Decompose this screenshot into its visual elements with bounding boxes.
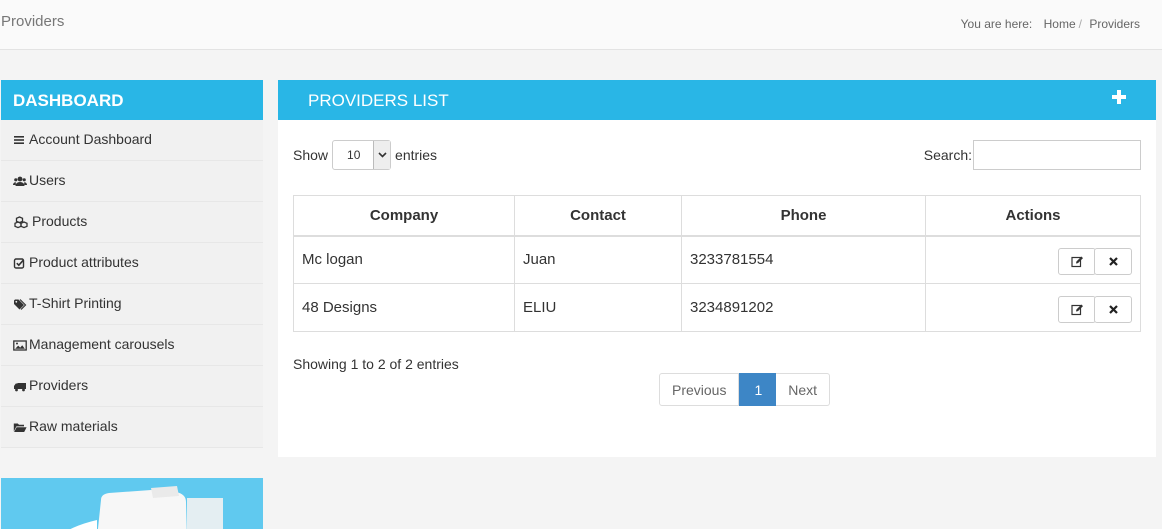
delete-button[interactable] [1094,248,1132,276]
breadcrumb-current: Providers [1089,17,1140,31]
delete-button[interactable] [1094,296,1132,323]
sidebar-item-label: Users [29,172,66,188]
column-header-actions: Actions [925,195,1141,237]
cell-contact: Juan [514,235,682,284]
breadcrumb: You are here: Home / Providers [961,17,1140,31]
banner-illustration [70,486,223,529]
page-1-button[interactable]: 1 [739,373,777,406]
page-title: Providers [1,13,65,30]
sidebar-banner-image [1,478,263,529]
users-icon [13,176,27,186]
breadcrumb-label: You are here: [960,17,1033,31]
sidebar-item-t-shirt-printing[interactable]: T-Shirt Printing [1,284,263,325]
search-input[interactable] [973,140,1141,170]
cell-phone: 3234891202 [681,283,926,332]
cell-company: Mc logan [293,235,515,284]
cell-actions [925,235,1141,284]
panel-header: PROVIDERS LIST [278,80,1156,120]
sidebar-title: DASHBOARD [1,80,263,120]
sidebar-item-label: Products [32,213,88,229]
providers-panel: PROVIDERS LIST Show 10 entries Search: C… [278,80,1156,457]
column-header-company[interactable]: Company [293,195,515,237]
table-info: Showing 1 to 2 of 2 entries [293,356,459,372]
search-control: Search: [924,140,1141,170]
next-page-button[interactable]: Next [776,373,831,406]
cell-contact: ELIU [514,283,682,332]
edit-button[interactable] [1058,248,1096,276]
sidebar-item-label: Product attributes [29,254,139,270]
search-label: Search: [923,147,972,163]
pagination: Previous 1 Next [659,373,831,406]
sidebar-item-label: Management carousels [29,336,175,352]
sidebar-item-users[interactable]: Users [1,161,263,202]
edit-icon [1070,304,1083,316]
close-icon [1108,257,1118,267]
sidebar: DASHBOARD Account Dashboard Users Produc… [1,80,263,448]
close-icon [1108,305,1118,314]
edit-icon [1070,256,1083,268]
check-square-icon [13,258,25,269]
cubes-icon [14,216,28,229]
entries-select[interactable]: 10 [332,140,392,170]
sidebar-item-management-carousels[interactable]: Management carousels [1,325,263,366]
tags-icon [14,299,27,310]
breadcrumb-home-link[interactable]: Home [1044,17,1076,31]
sidebar-item-product-attributes[interactable]: Product attributes [1,243,263,284]
entries-label: entries [395,147,438,163]
bars-icon [14,136,24,144]
column-header-phone[interactable]: Phone [681,195,926,237]
image-icon [13,340,27,351]
sidebar-item-products[interactable]: Products [1,202,263,243]
show-label: Show [293,147,329,163]
table-row: 48 Designs ELIU 3234891202 [293,283,1141,332]
sidebar-item-label: Account Dashboard [29,131,152,147]
sidebar-item-label: Raw materials [29,418,118,434]
table-row: Mc logan Juan 3233781554 [293,235,1141,284]
truck-icon [14,383,26,392]
entries-select-value: 10 [347,148,361,162]
cell-company: 48 Designs [293,283,515,332]
panel-title: PROVIDERS LIST [308,91,449,110]
add-provider-button[interactable] [1112,90,1126,104]
folder-open-icon [13,423,27,432]
entries-length-control: Show 10 entries [293,140,437,170]
sidebar-item-account-dashboard[interactable]: Account Dashboard [1,120,263,161]
table-header-row: Company Contact Phone Actions [293,195,1141,237]
top-bar: Providers You are here: Home / Providers [0,0,1162,50]
chevron-down-icon [373,141,391,169]
sidebar-item-raw-materials[interactable]: Raw materials [1,407,263,448]
sidebar-item-label: T-Shirt Printing [29,295,122,311]
column-header-contact[interactable]: Contact [514,195,682,237]
providers-table: Company Contact Phone Actions Mc logan J… [293,195,1141,332]
breadcrumb-separator: / [1078,17,1082,31]
cell-actions [925,283,1141,332]
sidebar-item-label: Providers [29,377,89,393]
sidebar-item-providers[interactable]: Providers [1,366,263,407]
previous-page-button[interactable]: Previous [659,373,740,406]
cell-phone: 3233781554 [681,235,926,284]
edit-button[interactable] [1058,296,1096,323]
